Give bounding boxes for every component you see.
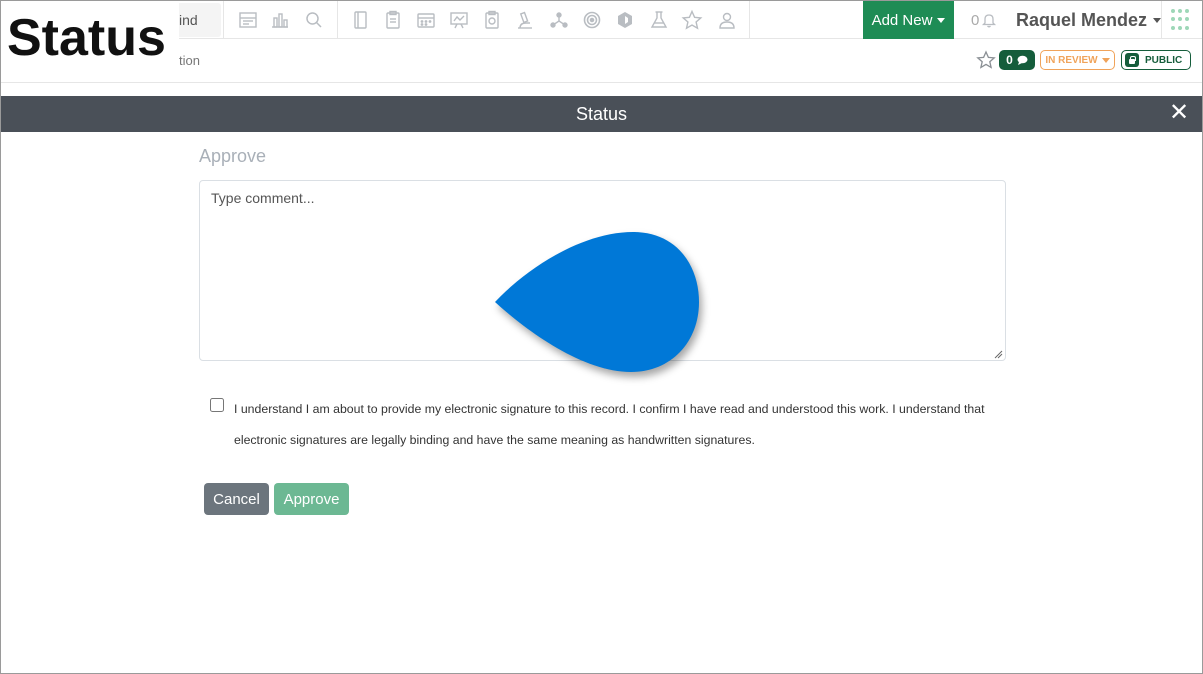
- presentation-icon[interactable]: [448, 9, 470, 31]
- users-icon[interactable]: [715, 9, 737, 31]
- clipboard-icon[interactable]: [382, 9, 404, 31]
- visibility-badge[interactable]: PUBLIC: [1121, 50, 1191, 70]
- target-icon[interactable]: [581, 9, 603, 31]
- signature-confirm-checkbox[interactable]: [210, 398, 224, 412]
- top-navbar: ind Add New 0 Raquel Mendez: [1, 1, 1202, 39]
- sample-icon[interactable]: [481, 9, 503, 31]
- chevron-down-icon: [937, 17, 946, 23]
- cancel-button[interactable]: Cancel: [204, 483, 269, 515]
- approve-heading: Approve: [199, 146, 267, 166]
- user-menu[interactable]: Raquel Mendez: [1016, 9, 1162, 31]
- search-icon[interactable]: [303, 9, 325, 31]
- calendar-icon[interactable]: [415, 9, 437, 31]
- cursor-highlight-icon: [495, 232, 699, 372]
- add-new-label: Add New: [871, 11, 933, 29]
- notification-count: 0: [971, 11, 980, 29]
- comment-count: 0: [1006, 53, 1013, 67]
- apps-grid-icon[interactable]: [1171, 9, 1193, 31]
- notebook-icon[interactable]: [349, 9, 371, 31]
- overlay-title: Status: [1, 1, 179, 79]
- chart-icon[interactable]: [269, 9, 291, 31]
- bell-icon: [982, 14, 997, 28]
- resize-grip-icon[interactable]: [994, 350, 1003, 359]
- network-icon[interactable]: [548, 9, 570, 31]
- user-name: Raquel Mendez: [1016, 9, 1148, 30]
- add-new-button[interactable]: Add New: [863, 1, 954, 39]
- cube-icon[interactable]: [614, 9, 636, 31]
- report-icon[interactable]: [237, 9, 259, 31]
- nav-divider: [749, 1, 750, 39]
- visibility-label: PUBLIC: [1145, 54, 1183, 66]
- notifications-button[interactable]: 0: [971, 10, 997, 30]
- lock-icon: [1125, 53, 1139, 67]
- chevron-down-icon: [1101, 57, 1110, 63]
- nav-divider: [223, 1, 224, 39]
- modal-header: Status ✕: [1, 96, 1202, 132]
- status-badge[interactable]: IN REVIEW: [1040, 50, 1115, 70]
- status-badge-label: IN REVIEW: [1045, 54, 1098, 66]
- approve-button[interactable]: Approve: [274, 483, 349, 515]
- nav-divider: [337, 1, 338, 39]
- modal-title: Status: [575, 103, 628, 124]
- modal-body: Approve I understand I am about to provi…: [1, 132, 1202, 673]
- nav-divider: [1161, 1, 1162, 39]
- close-icon[interactable]: ✕: [1168, 101, 1190, 125]
- comments-badge[interactable]: 0: [999, 50, 1035, 70]
- comment-icon: [1017, 55, 1028, 65]
- favorite-star-icon[interactable]: [976, 50, 996, 70]
- breadcrumb[interactable]: tion: [179, 53, 200, 68]
- flask-icon[interactable]: [648, 9, 670, 31]
- microscope-icon[interactable]: [514, 9, 536, 31]
- chevron-down-icon: [1153, 17, 1162, 23]
- star-icon[interactable]: [681, 9, 703, 31]
- signature-confirm-label: I understand I am about to provide my el…: [234, 402, 985, 447]
